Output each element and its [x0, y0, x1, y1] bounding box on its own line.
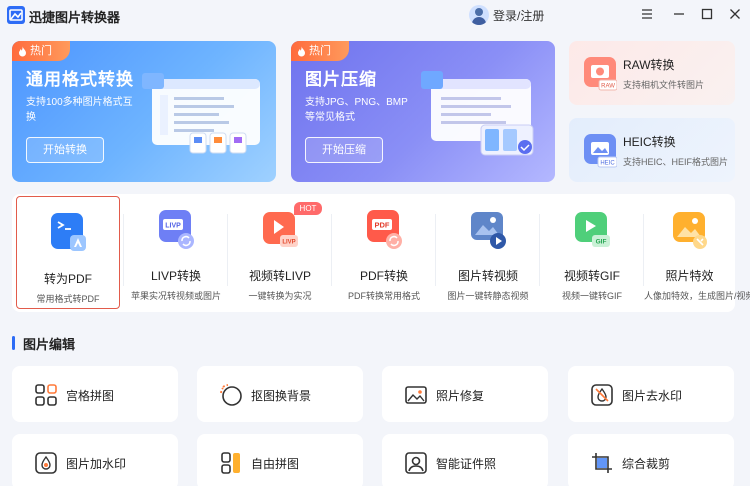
gif-icon: GIF	[575, 212, 610, 247]
edit-card-crop[interactable]: 综合裁剪	[568, 434, 734, 486]
maximize-icon[interactable]	[698, 5, 716, 23]
close-icon[interactable]	[726, 5, 744, 23]
tool-desc: 视频一键转GIF	[562, 291, 622, 301]
section-accent-bar	[12, 336, 15, 350]
hero-card-compress[interactable]: 热门 图片压缩 支持JPG、PNG、BMP等常见格式 开始压缩	[291, 41, 555, 182]
heic-convert-card[interactable]: HEIC HEIC转换 支持HEIC、HEIF格式图片	[569, 118, 735, 182]
svg-text:GIF: GIF	[596, 239, 607, 246]
hot-tag-label: 热门	[309, 45, 331, 57]
image-to-video-icon	[471, 212, 506, 249]
id-photo-icon	[405, 452, 427, 474]
minimize-icon[interactable]	[670, 5, 688, 23]
login-button[interactable]: 登录/注册	[469, 4, 544, 26]
hero-desc: 支持JPG、PNG、BMP等常见格式	[305, 97, 408, 123]
edit-label: 抠图换背景	[251, 389, 312, 403]
edit-label: 综合裁剪	[622, 457, 671, 471]
edit-label: 自由拼图	[251, 457, 300, 471]
tool-image-to-video[interactable]: 图片转视频 图片一键转静态视频	[436, 194, 540, 312]
heic-card-title: HEIC转换	[623, 135, 676, 149]
tool-convert-to-pdf[interactable]: 转为PDF 常用格式转PDF	[16, 196, 120, 309]
tool-desc: 图片一键转静态视频	[447, 291, 529, 301]
app-logo-icon	[7, 6, 25, 24]
pdf-icon: PDF	[367, 210, 402, 249]
edit-label: 宫格拼图	[66, 389, 115, 403]
menu-icon[interactable]	[638, 5, 656, 23]
section-title: 图片编辑	[23, 336, 76, 352]
tool-name: 转为PDF	[43, 272, 92, 286]
edit-card-remove-watermark[interactable]: 图片去水印	[568, 366, 734, 422]
cutout-icon	[220, 384, 242, 406]
pdf-convert-icon	[51, 213, 86, 251]
crop-icon	[592, 453, 612, 473]
flame-icon	[298, 45, 305, 56]
tool-desc: 人像加特效，生成图片/视频	[644, 291, 750, 301]
format-convert-illustration-icon	[142, 73, 260, 154]
tool-video-to-gif[interactable]: GIF 视频转GIF 视频一键转GIF	[540, 194, 644, 312]
svg-text:RAW: RAW	[601, 84, 615, 90]
tool-name: PDF转换	[359, 269, 408, 283]
grid-icon	[35, 384, 57, 406]
tool-desc: 常用格式转PDF	[36, 294, 100, 304]
login-label: 登录/注册	[493, 8, 545, 23]
add-watermark-icon	[35, 452, 57, 474]
tool-livp-convert[interactable]: LIVP LIVP转换 苹果实况转视频或图片	[124, 194, 228, 312]
section-header-image-edit: 图片编辑	[12, 334, 75, 352]
edit-label: 智能证件照	[436, 457, 497, 471]
tool-pdf-convert[interactable]: PDF PDF转换 PDF转换常用格式	[332, 194, 436, 312]
hero-title: 图片压缩	[305, 70, 377, 89]
hot-tag: 热门	[12, 41, 70, 61]
edit-card-cutout[interactable]: 抠图换背景	[197, 366, 363, 422]
edit-label: 照片修复	[436, 389, 485, 403]
hero-card-format-convert[interactable]: 热门 通用格式转换 支持100多种图片格式互换 开始转换	[12, 41, 276, 182]
avatar	[469, 5, 489, 25]
tool-video-to-livp[interactable]: HOT LIVP 视频转LIVP 一键转换为实况	[228, 194, 332, 312]
edit-card-id-photo[interactable]: 智能证件照	[382, 434, 548, 486]
tool-name: 图片转视频	[457, 269, 518, 283]
compress-illustration-icon	[421, 71, 534, 156]
start-compress-button[interactable]: 开始压缩	[305, 137, 383, 163]
livp-icon: LIVP	[159, 210, 194, 249]
heic-card-desc: 支持HEIC、HEIF格式图片	[623, 157, 729, 167]
photo-repair-icon	[405, 386, 427, 404]
tool-name: 照片特效	[665, 269, 714, 283]
photo-effect-icon	[672, 212, 707, 249]
free-collage-icon	[221, 452, 240, 474]
remove-watermark-icon	[591, 384, 613, 406]
tool-name: LIVP转换	[150, 269, 202, 283]
svg-text:HEIC: HEIC	[600, 161, 615, 167]
tool-name: 视频转LIVP	[248, 269, 312, 283]
raw-card-desc: 支持相机文件转图片	[623, 80, 705, 90]
raw-icon: RAW	[584, 57, 617, 91]
edit-label: 图片加水印	[66, 457, 127, 471]
tool-desc: PDF转换常用格式	[347, 291, 420, 301]
app-title: 迅捷图片转换器	[29, 10, 121, 25]
tool-desc: 一键转换为实况	[248, 291, 312, 301]
title-bar: 迅捷图片转换器 登录/注册	[0, 0, 750, 30]
tool-name: 视频转GIF	[564, 269, 620, 283]
tool-desc: 苹果实况转视频或图片	[130, 291, 221, 301]
svg-text:PDF: PDF	[375, 221, 390, 230]
edit-card-free-collage[interactable]: 自由拼图	[197, 434, 363, 486]
edit-label: 图片去水印	[622, 389, 683, 403]
svg-text:LIVP: LIVP	[282, 240, 295, 246]
tools-strip: 转为PDF 常用格式转PDF LIVP LIVP转换 苹果实况转视频或图片 HO…	[12, 194, 750, 312]
flame-icon	[19, 45, 26, 56]
edit-card-grid-collage[interactable]: 宫格拼图	[12, 366, 178, 422]
tool-photo-effects[interactable]: 照片特效 人像加特效，生成图片/视频	[644, 194, 750, 312]
hot-tag-label: 热门	[30, 45, 52, 57]
hero-desc: 支持100多种图片格式互换	[26, 97, 133, 123]
edit-card-add-watermark[interactable]: 图片加水印	[12, 434, 178, 486]
hot-tag: 热门	[291, 41, 349, 61]
raw-convert-card[interactable]: RAW RAW转换 支持相机文件转图片	[569, 41, 735, 105]
svg-text:LIVP: LIVP	[165, 223, 181, 230]
heic-icon: HEIC	[584, 134, 617, 168]
raw-card-title: RAW转换	[623, 58, 675, 72]
start-convert-button[interactable]: 开始转换	[26, 137, 104, 163]
video-to-livp-icon: LIVP	[263, 212, 298, 247]
edit-card-photo-repair[interactable]: 照片修复	[382, 366, 548, 422]
hero-title: 通用格式转换	[26, 70, 134, 89]
